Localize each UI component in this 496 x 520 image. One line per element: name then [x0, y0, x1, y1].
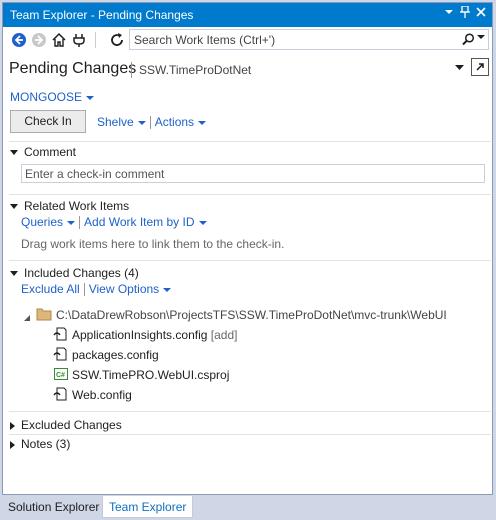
- folder-icon: [36, 307, 52, 324]
- drag-hint: Drag work items here to link them to the…: [21, 237, 285, 251]
- included-heading: Included Changes (4): [24, 266, 139, 280]
- add-work-item-dropdown-icon[interactable]: [198, 220, 207, 225]
- title-bar[interactable]: Team Explorer - Pending Changes: [3, 3, 492, 27]
- workspace-dropdown-icon[interactable]: [86, 95, 95, 100]
- included-links: Exclude All View Options: [21, 282, 172, 297]
- connect-icon[interactable]: [71, 32, 87, 48]
- related-heading: Related Work Items: [24, 199, 130, 213]
- actions-link[interactable]: Actions: [155, 115, 194, 129]
- collapse-icon[interactable]: [10, 150, 18, 156]
- project-name: SSW.TimeProDotNet: [139, 63, 252, 77]
- excluded-heading: Excluded Changes: [21, 418, 122, 432]
- config-file-icon: [53, 386, 69, 402]
- divider: [9, 194, 491, 195]
- divider: [9, 260, 491, 261]
- back-icon[interactable]: [11, 32, 27, 48]
- file-change-tag: [add]: [210, 328, 238, 342]
- toolbar-divider: [95, 32, 96, 48]
- home-icon[interactable]: [51, 32, 67, 48]
- divider: [9, 411, 491, 412]
- comment-field[interactable]: [21, 164, 485, 183]
- tab-solution-explorer[interactable]: Solution Explorer: [2, 496, 105, 518]
- folder-path: C:\DataDrewRobson\ProjectsTFS\SSW.TimePr…: [56, 308, 447, 322]
- team-explorer-window: Team Explorer - Pending Changes Search W…: [2, 2, 493, 495]
- workspace-selector[interactable]: MONGOOSE: [10, 90, 95, 104]
- action-links: Shelve Actions: [97, 115, 207, 130]
- file-name: SSW.TimePRO.WebUI.csproj: [72, 368, 230, 382]
- forward-icon[interactable]: [31, 32, 47, 48]
- shelve-link[interactable]: Shelve: [97, 115, 134, 129]
- pin-icon[interactable]: [457, 5, 473, 22]
- expand-icon[interactable]: [10, 421, 15, 430]
- page-menu-dropdown-icon[interactable]: [455, 63, 464, 75]
- add-work-item-by-id-link[interactable]: Add Work Item by ID: [84, 215, 194, 229]
- workspace-label[interactable]: MONGOOSE: [10, 90, 82, 104]
- file-name: packages.config: [72, 348, 159, 362]
- window-title: Team Explorer - Pending Changes: [10, 8, 194, 22]
- divider: [9, 434, 491, 435]
- check-in-button[interactable]: Check In: [10, 110, 86, 133]
- link-divider: [83, 283, 85, 297]
- svg-text:C#: C#: [56, 372, 65, 379]
- related-work-items-header[interactable]: Related Work Items: [10, 199, 129, 213]
- comment-heading: Comment: [24, 145, 77, 159]
- view-options-dropdown-icon[interactable]: [163, 287, 172, 292]
- queries-dropdown-icon[interactable]: [67, 220, 76, 225]
- notes-header[interactable]: Notes (3): [10, 437, 70, 451]
- csharp-project-icon: C#: [53, 366, 69, 382]
- exclude-all-link[interactable]: Exclude All: [21, 282, 80, 296]
- close-icon[interactable]: [473, 6, 489, 22]
- divider: [9, 141, 491, 142]
- config-file-icon: [53, 346, 69, 362]
- file-name: ApplicationInsights.config: [72, 328, 208, 342]
- related-links: Queries Add Work Item by ID: [21, 215, 207, 230]
- included-changes-header[interactable]: Included Changes (4): [10, 266, 139, 280]
- shelve-dropdown-icon[interactable]: [137, 120, 146, 125]
- collapse-icon[interactable]: [10, 204, 18, 210]
- search-input[interactable]: [134, 32, 454, 47]
- search-box[interactable]: [129, 29, 489, 50]
- expand-folder-icon[interactable]: [23, 311, 31, 325]
- refresh-icon[interactable]: [109, 32, 125, 48]
- page-header: Pending Changes SSW.TimeProDotNet: [9, 58, 489, 81]
- title-separator: [131, 62, 132, 78]
- comment-input[interactable]: [25, 167, 465, 181]
- expand-icon[interactable]: [10, 440, 15, 449]
- link-divider: [79, 216, 81, 230]
- file-name: Web.config: [72, 388, 132, 402]
- pop-out-icon[interactable]: [471, 58, 489, 76]
- excluded-changes-header[interactable]: Excluded Changes: [10, 418, 122, 432]
- actions-dropdown-icon[interactable]: [198, 120, 207, 125]
- search-icon[interactable]: [462, 33, 475, 49]
- comment-section-header[interactable]: Comment: [10, 145, 76, 159]
- search-options-dropdown-icon[interactable]: [477, 33, 485, 43]
- collapse-icon[interactable]: [10, 271, 18, 277]
- queries-link[interactable]: Queries: [21, 215, 63, 229]
- config-file-icon: [53, 326, 69, 342]
- window-position-dropdown-icon[interactable]: [441, 6, 457, 22]
- page-title: Pending Changes: [9, 60, 137, 77]
- link-divider: [149, 116, 151, 130]
- bottom-tab-bar: Solution Explorer Team Explorer: [0, 496, 496, 520]
- tab-team-explorer[interactable]: Team Explorer: [102, 496, 194, 518]
- view-options-link[interactable]: View Options: [89, 282, 159, 296]
- notes-heading: Notes (3): [21, 437, 71, 451]
